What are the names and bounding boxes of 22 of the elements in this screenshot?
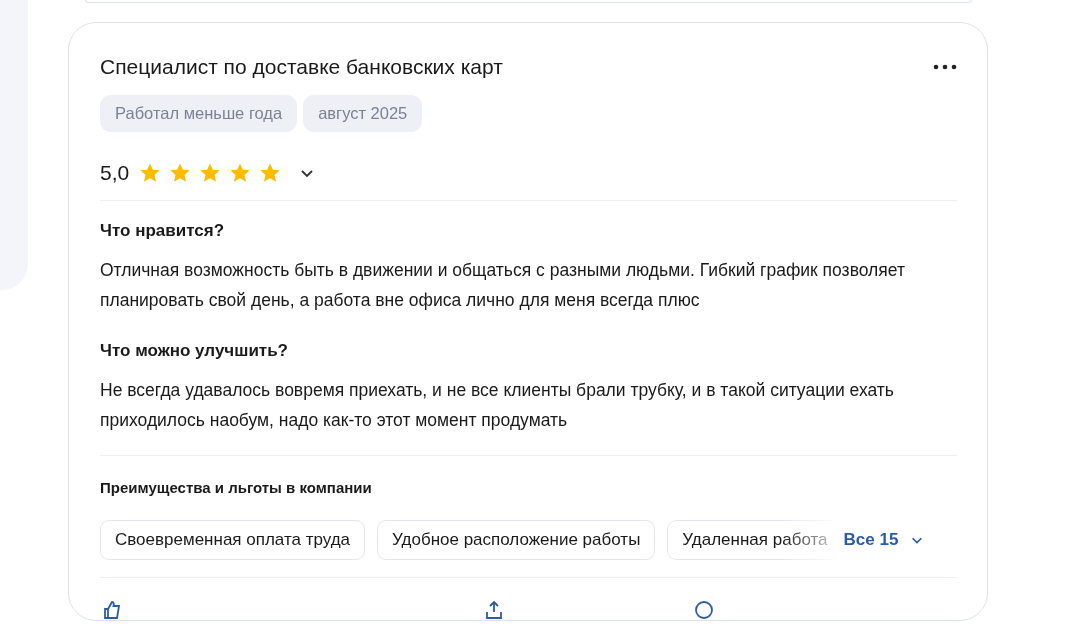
star-icon xyxy=(139,162,162,184)
rating-score: 5,0 xyxy=(100,161,130,185)
tag: август 2025 xyxy=(303,95,423,132)
benefits-title: Преимущества и льготы в компании xyxy=(100,479,373,496)
star-icon xyxy=(259,162,282,184)
star-icon xyxy=(199,162,222,184)
thumbs-up-icon[interactable] xyxy=(102,600,122,620)
section-heading: Что нравится? xyxy=(100,221,226,241)
section-text: Не всегда удавалось вовремя приехать, и не все клиенты брали трубку, и в такой ситуации ехать приходилось наобум, надо как-то этот момент продумать xyxy=(100,379,895,432)
share-icon[interactable] xyxy=(484,600,504,620)
section-text: Отличная возможность быть в движении и общаться с разными людьми. Гибкий график позволяет планировать свой день, а работа вне офиса лично для меня всегда плюс xyxy=(100,259,906,312)
tag: Работал меньше года xyxy=(100,95,298,132)
benefit-chip: Своевременная оплата труда xyxy=(100,520,366,560)
more-icon[interactable] xyxy=(933,64,957,70)
show-all-button[interactable]: Все 15 xyxy=(843,530,931,550)
benefit-chip: Удобное расположение работы xyxy=(377,520,656,560)
comment-icon[interactable] xyxy=(694,600,714,620)
benefit-chip: Удаленная работа xyxy=(667,520,832,560)
star-icon xyxy=(229,162,252,184)
review-title: Специалист по доставке банковских карт xyxy=(100,55,503,79)
star-icon xyxy=(169,162,192,184)
section-heading: Что можно улучшить? xyxy=(100,341,289,361)
